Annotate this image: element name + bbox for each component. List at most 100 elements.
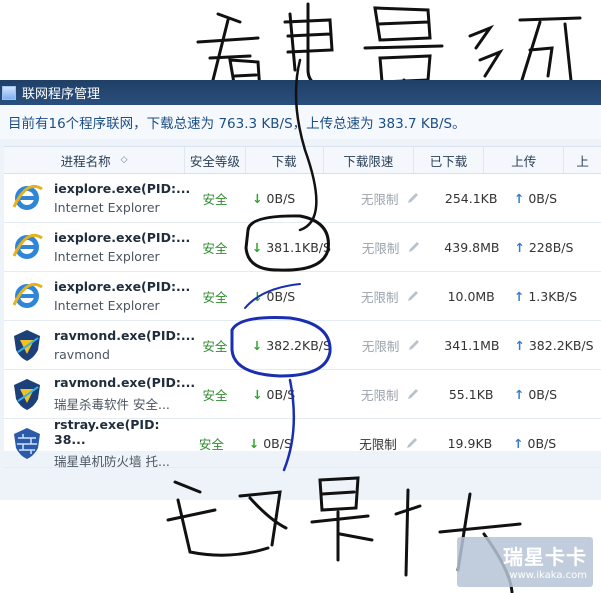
download-limit-cell[interactable]: 无限制 <box>329 174 432 222</box>
upload-speed-cell: ↑ 1.3KB/S <box>510 272 601 320</box>
download-limit: 无限制 <box>360 387 399 403</box>
upload-arrow-icon: ↑ <box>514 337 525 353</box>
download-arrow-icon: ↓ <box>252 386 263 402</box>
process-name: ravmond.exe(PID:... <box>54 328 196 343</box>
table-row[interactable]: ravmond.exe(PID:... ravmond 安全 ↓ 382.2KB… <box>4 321 601 370</box>
download-arrow-icon: ↓ <box>252 190 263 206</box>
ie-icon <box>10 279 44 313</box>
col-download-limit[interactable]: 下载限速 <box>324 147 414 173</box>
network-program-window: 联网程序管理 目前有16个程序联网，下载总速为 763.3 KB/S，上传总速为… <box>0 80 601 500</box>
ie-icon <box>10 230 44 264</box>
col-uploaded[interactable]: 上 <box>564 147 601 173</box>
process-cell: ravmond.exe(PID:... ravmond <box>4 321 195 369</box>
process-name: ravmond.exe(PID:... <box>54 375 196 390</box>
download-speed: 381.1KB/S <box>266 239 331 255</box>
table-header: 进程名称 ◇ 安全等级 下载 下载限速 已下载 上传 上 <box>4 147 601 174</box>
download-limit-cell[interactable]: 无限制 <box>331 223 433 271</box>
download-speed: 0B/S <box>263 435 292 451</box>
download-limit: 无限制 <box>360 191 399 207</box>
edit-pencil-icon[interactable] <box>407 338 421 352</box>
download-limit-cell[interactable]: 无限制 <box>329 370 432 418</box>
downloaded-total: 254.1KB <box>444 190 498 206</box>
table-row[interactable]: iexplore.exe(PID:... Internet Explorer 安… <box>4 272 601 321</box>
download-speed-cell: ↓ 381.1KB/S <box>244 223 331 271</box>
download-speed-cell: ↓ 0B/S <box>244 174 329 222</box>
edit-pencil-icon[interactable] <box>406 387 420 401</box>
watermark-url: www.ikaka.com <box>509 570 587 581</box>
sort-icon: ◇ <box>120 155 128 165</box>
edit-pencil-icon[interactable] <box>407 240 421 254</box>
safety-level: 安全 <box>202 240 228 256</box>
download-speed-cell: ↓ 382.2KB/S <box>244 321 331 369</box>
upload-speed-cell: ↑ 228B/S <box>510 223 601 271</box>
ie-icon <box>10 181 44 215</box>
upload-speed: 382.2KB/S <box>528 337 594 353</box>
safety-level: 安全 <box>202 338 228 354</box>
download-speed-cell: ↓ 0B/S <box>241 419 327 467</box>
col-safety[interactable]: 安全等级 <box>185 147 246 173</box>
process-description: Internet Explorer <box>54 298 160 313</box>
safety-level: 安全 <box>202 289 228 305</box>
col-upload[interactable]: 上传 <box>484 147 565 173</box>
table-row[interactable]: rstray.exe(PID: 38... 瑞星单机防火墙 托... 安全 ↓ … <box>4 416 601 469</box>
table-row[interactable]: iexplore.exe(PID:... Internet Explorer 安… <box>4 223 601 272</box>
title-bar: 联网程序管理 <box>0 80 601 105</box>
edit-pencil-icon[interactable] <box>406 289 420 303</box>
process-cell: ravmond.exe(PID:... 瑞星杀毒软件 安全... <box>4 370 195 418</box>
upload-arrow-icon: ↑ <box>513 288 525 304</box>
download-limit-cell[interactable]: 无限制 <box>329 272 432 320</box>
download-limit: 无限制 <box>360 289 399 305</box>
col-download[interactable]: 下载 <box>246 147 324 173</box>
download-limit: 无限制 <box>361 240 400 256</box>
process-cell: iexplore.exe(PID:... Internet Explorer <box>4 272 190 320</box>
col-process-name[interactable]: 进程名称 ◇ <box>4 147 186 173</box>
upload-speed-cell: ↑ 0B/S <box>510 174 601 222</box>
upload-speed-cell: ↑ 382.2KB/S <box>510 321 601 369</box>
process-description: Internet Explorer <box>54 200 160 215</box>
downloaded-total: 341.1MB <box>444 337 500 353</box>
rising-shield-icon <box>10 377 44 411</box>
upload-speed-cell: ↑ 0B/S <box>509 419 601 467</box>
upload-arrow-icon: ↑ <box>513 386 525 402</box>
upload-arrow-icon: ↑ <box>513 435 524 451</box>
edit-pencil-icon[interactable] <box>405 436 419 450</box>
app-icon <box>2 85 16 100</box>
download-arrow-icon: ↓ <box>248 435 260 451</box>
window-title: 联网程序管理 <box>22 87 101 102</box>
safety-level: 安全 <box>202 387 228 403</box>
download-speed: 0B/S <box>266 190 296 206</box>
downloaded-total: 55.1KB <box>448 386 494 402</box>
upload-speed: 228B/S <box>528 239 574 255</box>
download-speed-cell: ↓ 0B/S <box>244 272 329 320</box>
rising-shield-icon <box>10 328 44 362</box>
process-name: iexplore.exe(PID:... <box>54 181 191 196</box>
process-name: rstray.exe(PID: 38... <box>54 416 160 447</box>
download-speed-cell: ↓ 0B/S <box>244 370 329 418</box>
table-row[interactable]: iexplore.exe(PID:... Internet Explorer 安… <box>4 174 601 223</box>
process-description: 瑞星杀毒软件 安全... <box>54 397 170 412</box>
downloaded-total: 10.0MB <box>447 288 495 304</box>
edit-pencil-icon[interactable] <box>406 191 420 205</box>
upload-arrow-icon: ↑ <box>514 239 525 255</box>
download-limit: 无限制 <box>359 436 397 452</box>
process-name: iexplore.exe(PID:... <box>54 230 191 245</box>
process-cell: iexplore.exe(PID:... Internet Explorer <box>4 174 190 222</box>
download-limit-cell[interactable]: 无限制 <box>327 419 431 467</box>
upload-speed: 0B/S <box>528 190 558 206</box>
upload-speed-cell: ↑ 0B/S <box>510 370 601 418</box>
process-description: ravmond <box>54 347 110 362</box>
process-description: 瑞星单机防火墙 托... <box>54 453 170 469</box>
download-arrow-icon: ↓ <box>251 239 263 255</box>
col-downloaded[interactable]: 已下载 <box>414 147 485 173</box>
download-speed: 0B/S <box>266 386 296 402</box>
upload-speed: 1.3KB/S <box>528 288 578 304</box>
download-limit-cell[interactable]: 无限制 <box>331 321 433 369</box>
upload-arrow-icon: ↑ <box>513 190 525 206</box>
download-arrow-icon: ↓ <box>251 337 263 353</box>
process-description: Internet Explorer <box>54 249 160 264</box>
table-row[interactable]: ravmond.exe(PID:... 瑞星杀毒软件 安全... 安全 ↓ 0B… <box>4 370 601 419</box>
traffic-summary: 目前有16个程序联网，下载总速为 763.3 KB/S，上传总速为 383.7 … <box>0 105 601 139</box>
process-cell: rstray.exe(PID: 38... 瑞星单机防火墙 托... <box>4 416 182 469</box>
process-cell: iexplore.exe(PID:... Internet Explorer <box>4 223 190 271</box>
downloaded-total: 439.8MB <box>444 239 500 255</box>
